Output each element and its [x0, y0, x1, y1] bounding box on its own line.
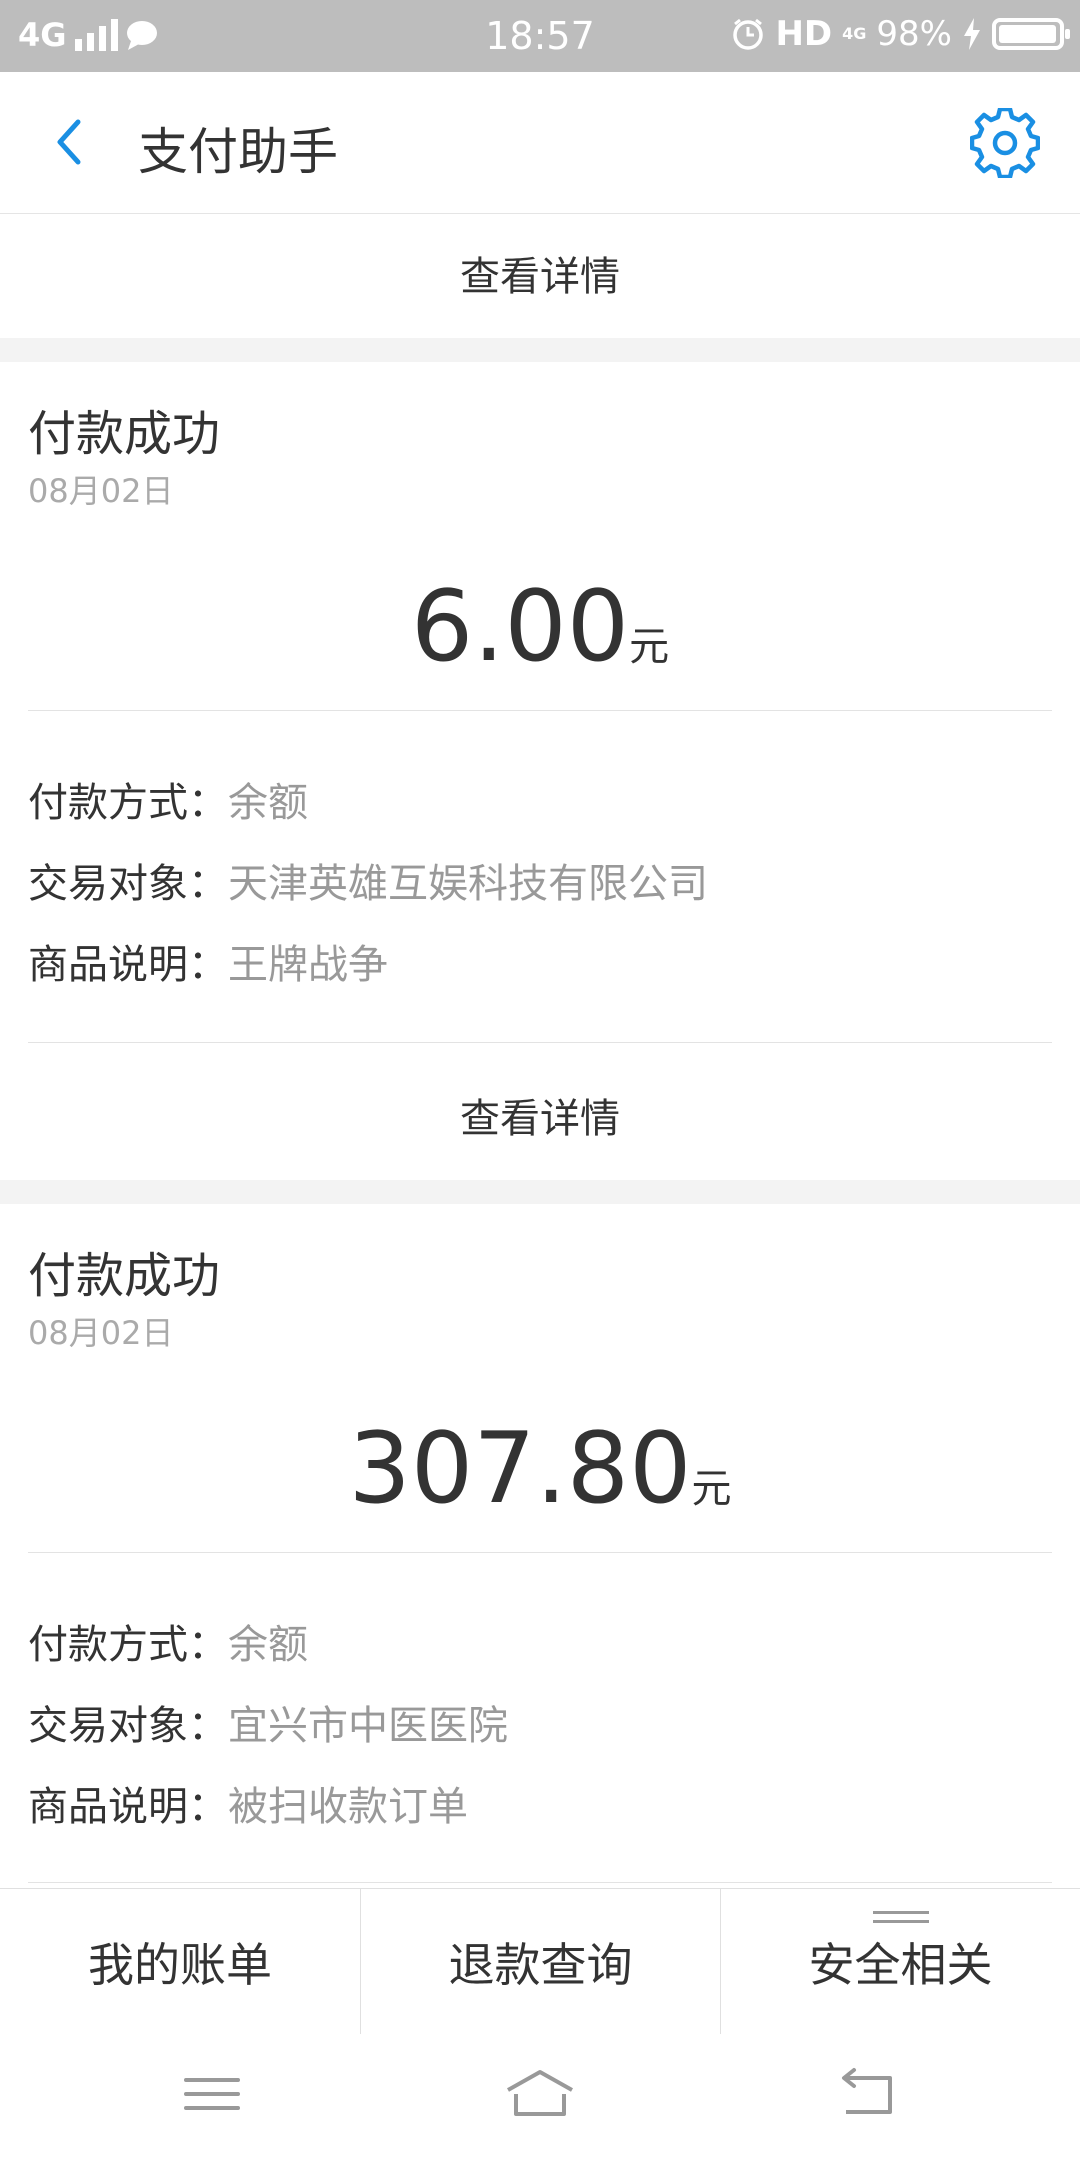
info-row-method: 付款方式： 余额 — [28, 770, 308, 828]
info-label: 交易对象： — [28, 861, 228, 907]
view-details-button[interactable]: 查看详情 — [0, 244, 1080, 302]
network-small: 4G — [842, 24, 867, 43]
payment-record-card: 付款成功 08月02日 6.00元 付款方式： 余额 交易对象： 天津英雄互娱科… — [0, 362, 1080, 1180]
chevron-left-icon[interactable] — [40, 112, 100, 172]
divider — [28, 1042, 1052, 1043]
tab-refund-query[interactable]: 退款查询 — [360, 1889, 720, 2035]
info-label: 付款方式： — [28, 780, 228, 826]
hd-indicator: HD — [775, 14, 833, 54]
record-date: 08月02日 — [28, 1314, 174, 1352]
previous-record-footer: 查看详情 — [0, 214, 1080, 338]
info-row-description: 商品说明： 被扫收款订单 — [28, 1774, 468, 1832]
info-row-method: 付款方式： 余额 — [28, 1612, 308, 1670]
record-title: 付款成功 — [28, 1248, 221, 1304]
divider — [28, 1882, 1052, 1883]
divider — [28, 710, 1052, 711]
amount-value: 307.80 — [348, 1412, 692, 1526]
info-label: 商品说明： — [28, 942, 228, 988]
battery-percent: 98% — [876, 14, 952, 54]
amount-value: 6.00 — [410, 570, 630, 684]
tab-security[interactable]: 安全相关 — [720, 1889, 1080, 2035]
tab-label: 退款查询 — [448, 1938, 633, 1992]
info-row-counterparty: 交易对象： 天津英雄互娱科技有限公司 — [28, 851, 708, 909]
info-value: 天津英雄互娱科技有限公司 — [228, 861, 708, 907]
tab-my-bills[interactable]: 我的账单 — [0, 1889, 360, 2035]
view-details-button[interactable]: 查看详情 — [0, 1086, 1080, 1144]
info-value: 余额 — [228, 1622, 308, 1668]
info-label: 交易对象： — [28, 1703, 228, 1749]
amount-unit: 元 — [691, 1466, 732, 1512]
record-amount: 6.00元 — [0, 570, 1080, 684]
info-row-counterparty: 交易对象： 宜兴市中医医院 — [28, 1693, 508, 1751]
tab-label: 我的账单 — [88, 1938, 272, 1992]
info-label: 付款方式： — [28, 1622, 228, 1668]
payment-record-card: 付款成功 08月02日 307.80元 付款方式： 余额 交易对象： 宜兴市中医… — [0, 1204, 1080, 1888]
title-bar: 支付助手 — [0, 72, 1080, 214]
alarm-icon — [733, 18, 764, 50]
info-row-description: 商品说明： 王牌战争 — [28, 932, 388, 990]
record-title: 付款成功 — [28, 406, 221, 462]
info-value: 被扫收款订单 — [228, 1784, 468, 1830]
record-date: 08月02日 — [28, 472, 174, 510]
amount-unit: 元 — [629, 624, 670, 670]
status-right: HD 4G 98% — [731, 14, 1070, 54]
record-amount: 307.80元 — [0, 1412, 1080, 1526]
info-value: 宜兴市中医医院 — [228, 1703, 508, 1749]
tab-label: 安全相关 — [808, 1938, 993, 1992]
info-value: 余额 — [228, 780, 308, 826]
return-icon[interactable] — [828, 2064, 908, 2124]
page-title: 支付助手 — [138, 123, 338, 181]
status-bar: 4G 18:57 HD 4G 98% — [0, 0, 1080, 72]
battery-level — [999, 25, 1056, 43]
gear-icon[interactable] — [970, 108, 1040, 178]
charging-icon — [964, 18, 980, 50]
bottom-tab-bar: 我的账单 退款查询 安全相关 — [0, 1888, 1080, 2035]
info-value: 王牌战争 — [228, 942, 388, 988]
menu-icon[interactable] — [172, 2064, 252, 2124]
battery-icon — [992, 18, 1070, 50]
info-label: 商品说明： — [28, 1784, 228, 1830]
menu-icon — [872, 1911, 929, 1923]
system-nav-bar — [0, 2034, 1080, 2160]
home-icon[interactable] — [500, 2064, 580, 2124]
divider — [28, 1552, 1052, 1553]
